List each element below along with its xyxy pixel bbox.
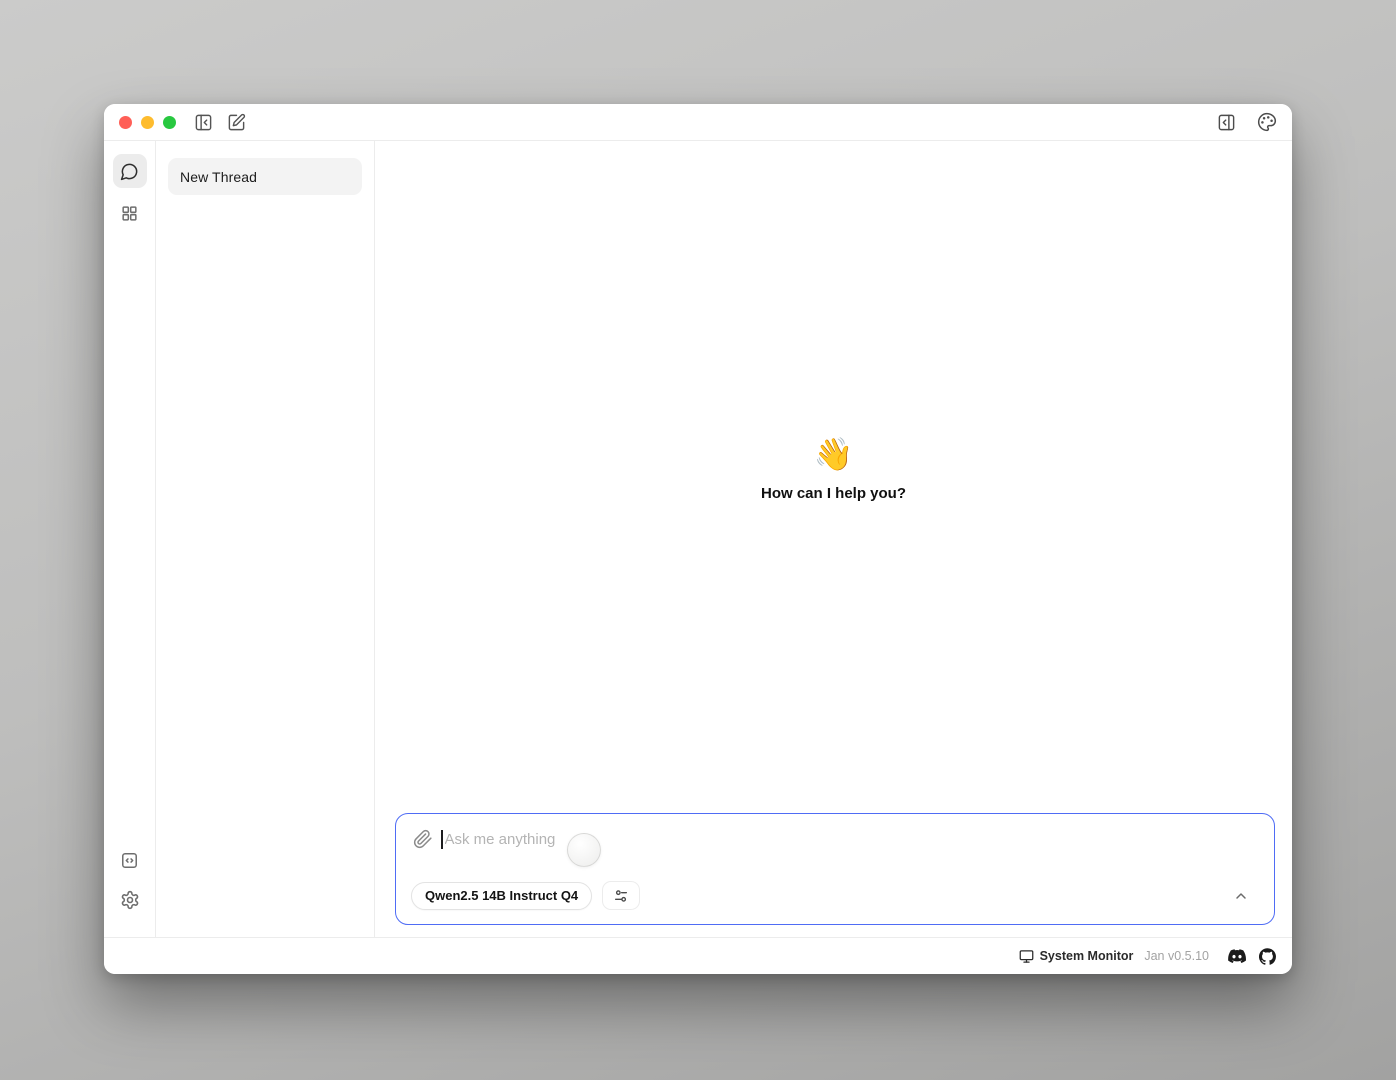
paperclip-icon[interactable] <box>413 829 433 849</box>
system-monitor-toggle[interactable]: System Monitor <box>1019 949 1134 964</box>
social-links <box>1228 948 1276 965</box>
sidebar-item-local-api-server[interactable] <box>113 843 147 877</box>
window-body: New Thread 👋 How can I help you? <box>104 141 1292 937</box>
github-icon[interactable] <box>1259 948 1276 965</box>
sidebar-item-threads[interactable] <box>113 154 147 188</box>
message-composer[interactable]: Qwen2.5 14B Instruct Q4 <box>395 813 1275 925</box>
discord-icon[interactable] <box>1228 949 1246 963</box>
zoom-window-button[interactable] <box>163 116 176 129</box>
thread-list-panel: New Thread <box>156 141 375 937</box>
thread-list-item[interactable]: New Thread <box>168 158 362 195</box>
model-settings-button[interactable] <box>602 881 640 910</box>
status-bar: System Monitor Jan v0.5.10 <box>104 937 1292 974</box>
chevron-up-icon[interactable] <box>1233 888 1249 904</box>
app-window: New Thread 👋 How can I help you? <box>104 104 1292 974</box>
model-selector-button[interactable]: Qwen2.5 14B Instruct Q4 <box>411 882 592 910</box>
text-caret <box>441 830 443 849</box>
app-version-label: Jan v0.5.10 <box>1144 949 1209 963</box>
desktop-background: { "app": { "name": "Jan" }, "colors": { … <box>0 0 1396 1080</box>
new-thread-icon[interactable] <box>227 113 246 132</box>
title-bar <box>104 104 1292 141</box>
system-monitor-label: System Monitor <box>1040 949 1134 963</box>
empty-state-greeting: 👋 How can I help you? <box>375 438 1292 502</box>
left-rail <box>104 141 156 937</box>
monitor-icon <box>1019 949 1034 964</box>
model-selector-label: Qwen2.5 14B Instruct Q4 <box>425 888 578 903</box>
titlebar-right-actions <box>1217 112 1277 132</box>
close-window-button[interactable] <box>119 116 132 129</box>
sidebar-item-hub[interactable] <box>113 196 147 230</box>
traffic-lights <box>119 116 176 129</box>
panel-left-close-icon[interactable] <box>194 113 213 132</box>
sidebar-item-settings[interactable] <box>113 883 147 917</box>
grid-icon <box>120 204 139 223</box>
minimize-window-button[interactable] <box>141 116 154 129</box>
composer-toolbar: Qwen2.5 14B Instruct Q4 <box>411 881 1258 910</box>
gear-icon <box>120 890 140 910</box>
waving-hand-emoji: 👋 <box>375 438 1292 470</box>
code-square-icon <box>120 851 139 870</box>
panel-right-open-icon[interactable] <box>1217 113 1236 132</box>
greeting-text: How can I help you? <box>375 485 1292 502</box>
titlebar-left-actions <box>194 113 246 132</box>
thread-title: New Thread <box>180 169 257 185</box>
chat-main-area: 👋 How can I help you? Qwe <box>375 141 1292 937</box>
chat-bubble-icon <box>120 162 139 181</box>
cursor-highlight-circle <box>567 833 601 867</box>
sliders-icon <box>613 888 629 904</box>
theme-palette-icon[interactable] <box>1257 112 1277 132</box>
